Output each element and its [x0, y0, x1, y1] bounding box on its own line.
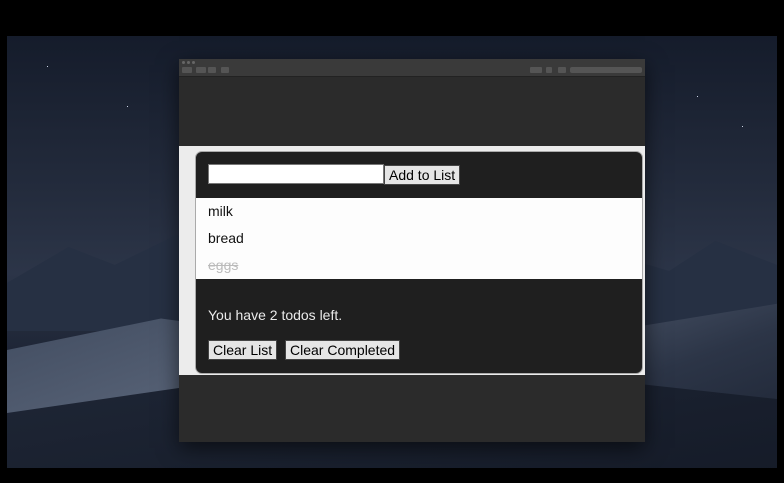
- todo-item-bread[interactable]: bread: [208, 230, 244, 246]
- lock-icon[interactable]: [546, 67, 552, 73]
- forward-icon[interactable]: [208, 67, 216, 73]
- toolbar-menu-icon[interactable]: [530, 67, 542, 73]
- todo-input[interactable]: [208, 164, 384, 184]
- back-icon[interactable]: [196, 67, 206, 73]
- browser-window: Add to List milk bread eggs You have 2 t…: [179, 59, 645, 442]
- window-titlebar[interactable]: [179, 59, 645, 77]
- clear-list-button[interactable]: Clear List: [208, 340, 278, 360]
- minimize-window-icon[interactable]: [187, 61, 190, 64]
- close-window-icon[interactable]: [182, 61, 185, 64]
- extensions-icon[interactable]: [558, 67, 566, 73]
- todos-left-status: You have 2 todos left.: [208, 307, 343, 323]
- add-to-list-button[interactable]: Add to List: [384, 165, 461, 185]
- page-viewport: Add to List milk bread eggs You have 2 t…: [179, 146, 645, 375]
- todo-app-panel: Add to List milk bread eggs You have 2 t…: [195, 151, 643, 374]
- todo-item-eggs-completed[interactable]: eggs: [208, 257, 238, 273]
- address-bar[interactable]: [570, 67, 642, 73]
- sidebar-toggle-icon[interactable]: [182, 67, 192, 73]
- clear-completed-button[interactable]: Clear Completed: [285, 340, 401, 360]
- reload-icon[interactable]: [221, 67, 229, 73]
- zoom-window-icon[interactable]: [192, 61, 195, 64]
- todo-list: milk bread eggs: [196, 198, 642, 279]
- todo-item-milk[interactable]: milk: [208, 203, 233, 219]
